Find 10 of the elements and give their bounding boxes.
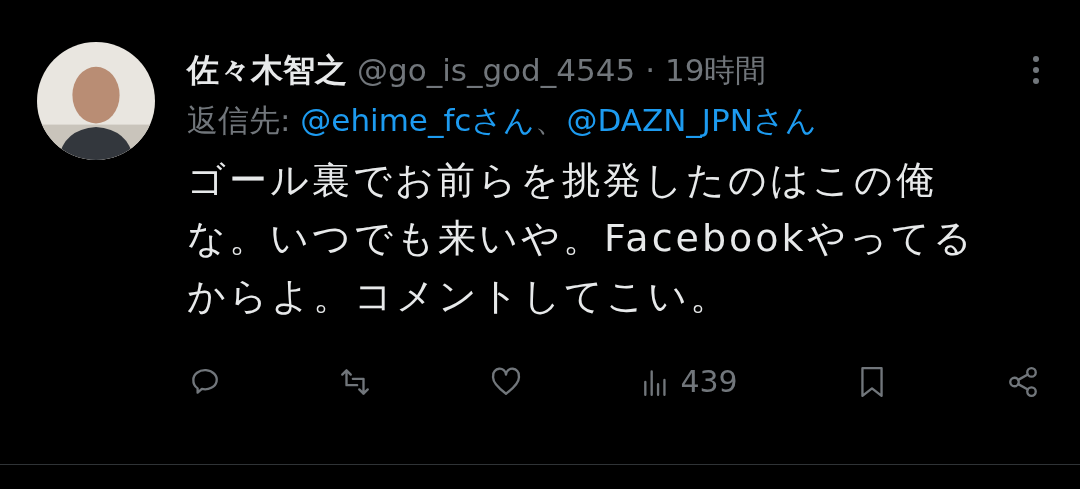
mention-link[interactable]: @DAZN_JPNさん — [566, 102, 817, 138]
author-handle[interactable]: @go_is_god_4545 — [357, 46, 636, 94]
mention-link[interactable]: @ehime_fcさん — [300, 102, 536, 138]
views-button[interactable]: 439 — [640, 359, 738, 404]
reply-line: 返信先: @ehime_fcさん、@DAZN_JPNさん — [187, 101, 818, 140]
timestamp[interactable]: 19時間 — [665, 46, 767, 94]
separator: · — [645, 50, 655, 90]
tweet-text: ゴール裏でお前らを挑発したのはこの俺 な。いつでも来いや。Facebookやってる からよ。コメントしてこい。 — [187, 157, 976, 320]
more-icon[interactable] — [1032, 55, 1040, 85]
author-name[interactable]: 佐々木智之 — [187, 46, 347, 94]
